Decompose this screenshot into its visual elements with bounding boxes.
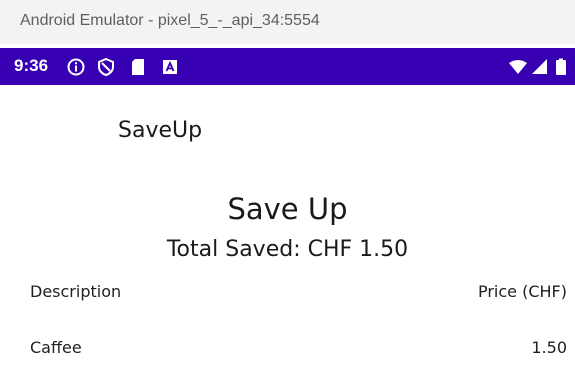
row-price: 1.50 [531,338,567,357]
battery-icon [556,58,566,75]
emulator-title-bar[interactable]: Android Emulator - pixel_5_-_api_34:5554 [0,0,575,44]
column-header-price: Price (CHF) [477,282,567,301]
column-header-description: Description [30,282,122,301]
page-heading: Save Up [227,192,348,226]
window-title: Android Emulator - pixel_5_-_api_34:5554 [20,12,320,29]
wifi-icon [509,60,527,74]
shield-icon [98,57,114,77]
status-time: 9:36 [14,56,49,75]
info-icon [67,58,85,76]
app-bar-title: SaveUp [118,118,203,143]
sd-card-icon [132,59,144,75]
row-description: Caffee [30,338,82,357]
total-saved-label: Total Saved: CHF 1.50 [166,237,409,262]
android-status-bar: 9:36 [0,48,575,85]
a-badge-icon [163,60,177,74]
signal-icon [532,59,547,74]
